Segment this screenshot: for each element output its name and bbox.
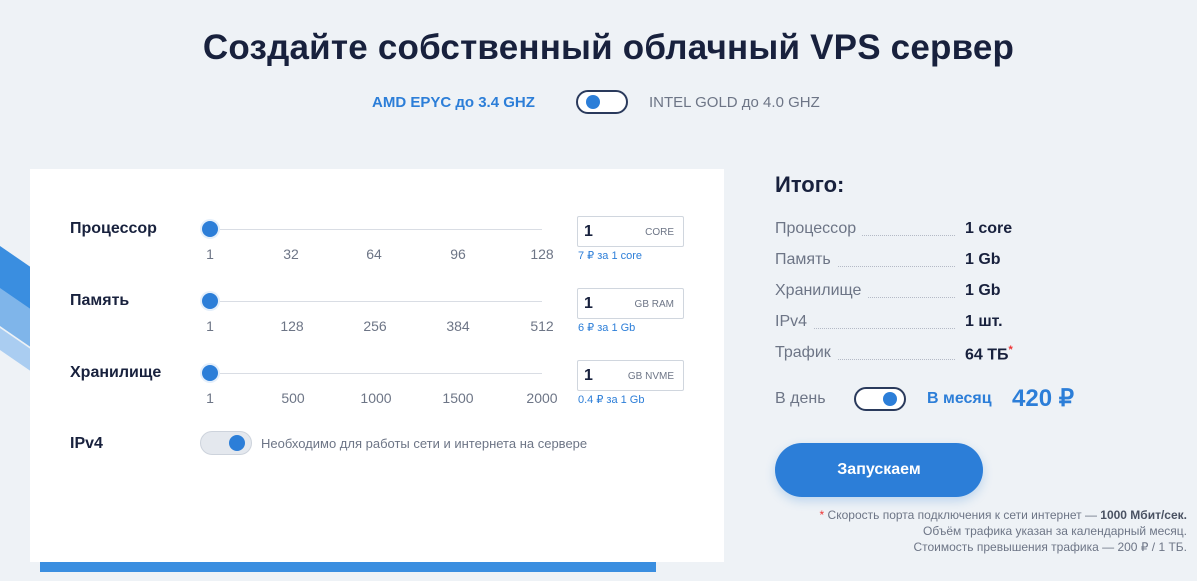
- summary-value: 64 ТБ*: [965, 344, 1013, 364]
- summary-row-traffic: Трафик 64 ТБ*: [775, 344, 1015, 366]
- traffic-value: 64 ТБ: [965, 346, 1009, 364]
- processor-slider-thumb[interactable]: [202, 221, 218, 237]
- page-title: Создайте собственный облачный VPS сервер: [202, 28, 1015, 67]
- summary-key: Процессор: [775, 220, 863, 238]
- tick: 1500: [442, 390, 474, 406]
- tick: 384: [446, 318, 470, 334]
- processor-input[interactable]: 1 CORE: [577, 216, 684, 247]
- summary-value: 1 Gb: [965, 282, 1001, 299]
- ipv4-toggle-knob: [229, 435, 245, 451]
- summary-row-memory: Память 1 Gb: [775, 251, 1015, 273]
- tick: 32: [283, 246, 299, 262]
- tick: 96: [450, 246, 466, 262]
- summary-key: Хранилище: [775, 282, 868, 300]
- tick: 500: [281, 390, 305, 406]
- summary-value: 1 core: [965, 220, 1013, 237]
- decorative-triangles: [0, 246, 32, 372]
- launch-button[interactable]: Запускаем: [775, 443, 983, 497]
- processor-price-hint: 7 ₽ за 1 core: [578, 250, 643, 262]
- processor-ticks: 1 32 64 96 128: [190, 246, 570, 262]
- ipv4-toggle[interactable]: [200, 431, 252, 455]
- billing-period-switch: В день В месяц 420 ₽: [775, 384, 1105, 414]
- period-month-option[interactable]: В месяц: [927, 390, 992, 408]
- cpu-option-amd[interactable]: AMD EPYC до 3.4 GHZ: [372, 94, 535, 111]
- storage-ticks: 1 500 1000 1500 2000: [190, 390, 570, 406]
- total-price: 420 ₽: [1012, 385, 1074, 412]
- summary-row-storage: Хранилище 1 Gb: [775, 282, 1015, 304]
- footnote-line-1-bold: 1000 Мбит/сек.: [1100, 508, 1187, 522]
- ipv4-note: Необходимо для работы сети и интернета н…: [261, 436, 588, 451]
- footnote-line-3: Стоимость превышения трафика — 200 ₽ / 1…: [913, 540, 1187, 554]
- summary-row-processor: Процессор 1 core: [775, 220, 1015, 242]
- tick: 1000: [360, 390, 392, 406]
- summary-value: 1 Gb: [965, 251, 1001, 268]
- footnote: * Скорость порта подключения к сети инте…: [757, 507, 1187, 555]
- footnote-line-1-text: Скорость порта подключения к сети интерн…: [824, 508, 1101, 522]
- period-day-option[interactable]: В день: [775, 390, 826, 408]
- tick: 1: [206, 390, 214, 406]
- storage-input-unit: GB NVME: [627, 371, 674, 382]
- card-accent-bar: [40, 562, 656, 572]
- cpu-toggle-knob: [586, 95, 600, 109]
- tick: 1: [206, 318, 214, 334]
- footnote-line-2: Объём трафика указан за календарный меся…: [923, 524, 1187, 538]
- storage-input-value: 1: [584, 367, 593, 384]
- period-toggle-knob: [883, 392, 897, 406]
- processor-slider-track[interactable]: [210, 229, 542, 230]
- memory-input[interactable]: 1 GB RAM: [577, 288, 684, 319]
- processor-label: Процессор: [70, 220, 157, 237]
- storage-slider-track[interactable]: [210, 373, 542, 374]
- memory-input-value: 1: [584, 295, 593, 312]
- memory-price-hint: 6 ₽ за 1 Gb: [578, 322, 636, 334]
- footnote-star: *: [1008, 344, 1013, 356]
- memory-input-unit: GB RAM: [634, 299, 674, 310]
- processor-input-unit: CORE: [645, 227, 674, 238]
- storage-price-hint: 0.4 ₽ за 1 Gb: [578, 394, 645, 406]
- period-toggle[interactable]: [854, 387, 906, 411]
- memory-label: Память: [70, 292, 130, 309]
- tick: 1: [206, 246, 214, 262]
- memory-ticks: 1 128 256 384 512: [190, 318, 570, 334]
- summary-key: Трафик: [775, 344, 837, 362]
- memory-slider-thumb[interactable]: [202, 293, 218, 309]
- summary-key: Память: [775, 251, 837, 269]
- cpu-toggle[interactable]: [576, 90, 628, 114]
- storage-label: Хранилище: [70, 364, 162, 381]
- cpu-option-intel[interactable]: INTEL GOLD до 4.0 GHZ: [649, 94, 820, 111]
- summary-title: Итого:: [775, 172, 845, 197]
- storage-slider-thumb[interactable]: [202, 365, 218, 381]
- storage-input[interactable]: 1 GB NVME: [577, 360, 684, 391]
- tick: 2000: [526, 390, 558, 406]
- footnote-line-1: * Скорость порта подключения к сети инте…: [757, 507, 1187, 523]
- tick: 128: [280, 318, 304, 334]
- tick: 512: [530, 318, 554, 334]
- processor-input-value: 1: [584, 223, 593, 240]
- summary-row-ipv4: IPv4 1 шт.: [775, 313, 1015, 335]
- tick: 64: [366, 246, 382, 262]
- tick: 256: [363, 318, 387, 334]
- memory-slider-track[interactable]: [210, 301, 542, 302]
- summary-key: IPv4: [775, 313, 814, 331]
- ipv4-label: IPv4: [70, 435, 103, 452]
- tick: 128: [530, 246, 554, 262]
- summary-value: 1 шт.: [965, 313, 1003, 330]
